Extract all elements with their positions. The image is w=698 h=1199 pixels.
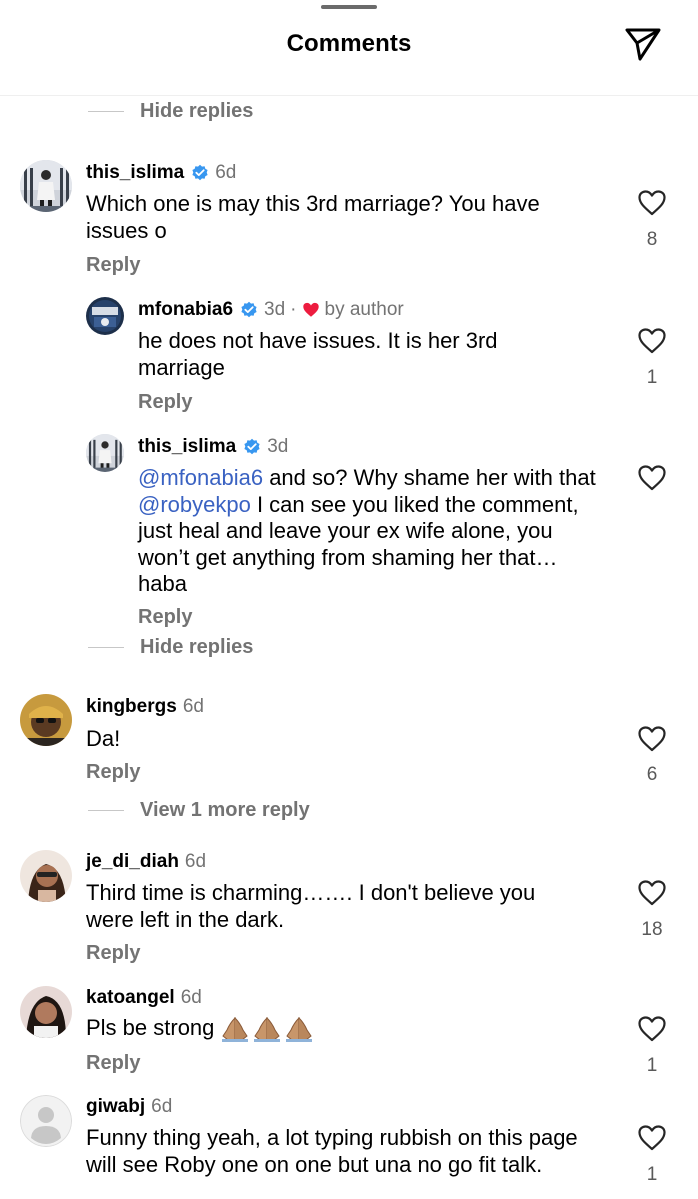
like-count: 6 (646, 764, 658, 785)
thread-line (88, 111, 124, 112)
comment-text: he does not have issues. It is her 3rd m… (138, 328, 498, 380)
timestamp: 6d (151, 1096, 173, 1117)
reply-button[interactable]: Reply (86, 254, 140, 277)
comment-text: Funny thing yeah, a lot typing rubbish o… (86, 1125, 578, 1177)
view-more-replies-toggle[interactable]: View 1 more reply (88, 799, 310, 822)
liked-by-author-heart-icon (302, 302, 320, 318)
like-count: 1 (646, 367, 658, 388)
comment-text: @mfonabia6 and so? Why shame her with th… (138, 465, 608, 598)
mention-link[interactable]: @mfonabia6 (138, 465, 263, 490)
mention-link[interactable]: @robyekpo (138, 492, 251, 517)
by-author-label: by author (324, 299, 404, 320)
comment-meta: je_di_diah 6d (86, 851, 206, 873)
timestamp: 3d (264, 299, 286, 320)
avatar[interactable] (86, 297, 124, 335)
heart-icon (638, 880, 666, 906)
comment-text: Third time is charming……. I don't believ… (86, 880, 536, 932)
hide-replies-label: Hide replies (140, 636, 254, 658)
comment-meta: giwabj 6d (86, 1096, 172, 1118)
heart-icon (638, 1016, 666, 1042)
like-button[interactable] (632, 880, 672, 911)
page-title: Comments (286, 30, 412, 57)
like-count: 1 (646, 1164, 658, 1185)
send-icon (625, 28, 661, 61)
view-more-replies-label: View 1 more reply (140, 799, 310, 821)
heart-icon (638, 1125, 666, 1151)
avatar[interactable] (20, 1095, 72, 1147)
like-button[interactable] (632, 726, 672, 757)
username[interactable]: je_di_diah (86, 851, 179, 873)
like-button[interactable] (632, 190, 672, 221)
verified-badge-icon (243, 438, 261, 456)
avatar[interactable] (20, 694, 72, 746)
comment-text: Which one is may this 3rd marriage? You … (86, 191, 540, 243)
reply-button[interactable]: Reply (138, 606, 192, 629)
default-avatar-icon (20, 1095, 72, 1147)
reply-button[interactable]: Reply (86, 761, 140, 784)
hide-replies-toggle[interactable]: Hide replies (88, 636, 253, 659)
timestamp: 6d (180, 987, 202, 1008)
hide-replies-label: Hide replies (140, 100, 254, 122)
comment-text: Pls be strong (86, 1015, 586, 1043)
avatar[interactable] (20, 850, 72, 902)
username[interactable]: kingbergs (86, 696, 177, 718)
separator-dot: · (290, 299, 297, 320)
like-count: 18 (641, 919, 663, 940)
verified-badge-icon (191, 164, 209, 182)
comment-meta: kingbergs 6d (86, 696, 204, 718)
praying-hands-emoji (220, 1015, 314, 1043)
username[interactable]: this_islima (86, 162, 184, 184)
reply-button[interactable]: Reply (138, 391, 192, 414)
timestamp: 6d (182, 696, 204, 717)
like-button[interactable] (632, 1125, 672, 1156)
thread-line (88, 810, 124, 811)
comment-text-part: and so? Why shame her with that (263, 465, 596, 490)
timestamp: 6d (184, 851, 207, 872)
comment-text-part: Pls be strong (86, 1015, 215, 1040)
thread-line (88, 647, 124, 648)
sheet-drag-handle[interactable] (321, 5, 377, 9)
like-button[interactable] (632, 465, 672, 496)
comment-meta: katoangel 6d (86, 987, 202, 1009)
like-button[interactable] (632, 328, 672, 359)
heart-icon (638, 328, 666, 354)
heart-icon (638, 465, 666, 491)
like-button[interactable] (632, 1016, 672, 1047)
heart-icon (638, 726, 666, 752)
timestamp: 6d (215, 162, 237, 183)
comment-meta: mfonabia6 3d · by author (138, 299, 404, 321)
comment-text: Da! (86, 726, 121, 751)
like-count: 8 (646, 229, 658, 250)
avatar[interactable] (20, 160, 72, 212)
username[interactable]: this_islima (138, 436, 236, 458)
timestamp: 3d (267, 436, 289, 457)
verified-badge-icon (240, 301, 258, 319)
heart-icon (638, 190, 666, 216)
comment-meta: this_islima 3d (138, 436, 288, 458)
avatar[interactable] (20, 986, 72, 1038)
avatar[interactable] (86, 434, 124, 472)
comments-header: Comments (0, 0, 698, 96)
reply-button[interactable]: Reply (86, 942, 140, 965)
username[interactable]: mfonabia6 (138, 299, 233, 321)
username[interactable]: giwabj (86, 1096, 145, 1118)
comment-meta: this_islima 6d (86, 162, 236, 184)
username[interactable]: katoangel (86, 987, 175, 1009)
send-button[interactable] (622, 24, 664, 64)
like-count: 1 (646, 1055, 658, 1076)
hide-replies-toggle[interactable]: Hide replies (88, 100, 253, 123)
reply-button[interactable]: Reply (86, 1052, 140, 1075)
